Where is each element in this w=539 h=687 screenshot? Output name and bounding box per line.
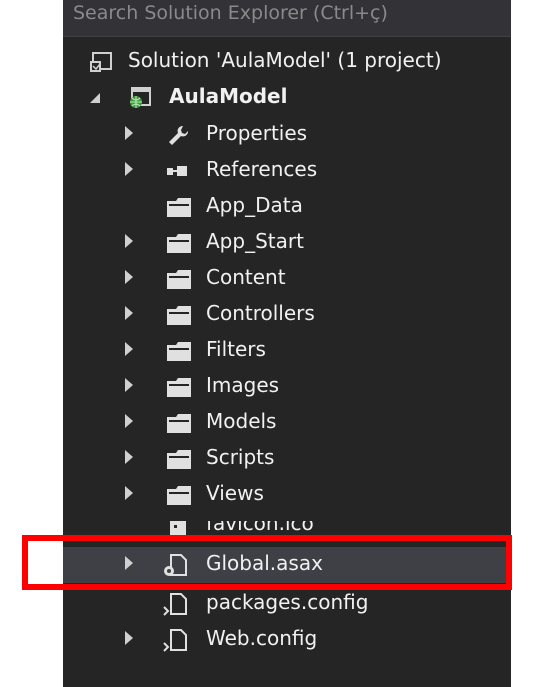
tree-row-references[interactable]: References	[63, 153, 511, 189]
solution-explorer-panel: Solution 'AulaModel' (1 project) AulaMod…	[63, 0, 511, 687]
wrench-icon	[165, 123, 191, 147]
item-label: App_Data	[206, 193, 303, 217]
folder-icon	[165, 195, 191, 219]
folder-icon	[165, 447, 191, 471]
expand-arrow-icon[interactable]	[125, 631, 133, 645]
tree-row-filters[interactable]: Filters	[63, 333, 511, 369]
item-label: References	[206, 157, 318, 181]
item-label: favicon.ico	[206, 521, 314, 535]
tree-row-images[interactable]: Images	[63, 369, 511, 405]
tree-row-project[interactable]: AulaModel	[63, 80, 511, 116]
expand-arrow-icon[interactable]	[125, 342, 133, 356]
expand-arrow-icon[interactable]	[125, 486, 133, 500]
folder-icon	[165, 483, 191, 507]
tree-row-app-start[interactable]: App_Start	[63, 225, 511, 261]
item-label: Views	[206, 481, 264, 505]
expand-arrow-icon[interactable]	[125, 270, 133, 284]
folder-icon	[165, 267, 191, 291]
collapse-arrow-icon[interactable]	[90, 93, 100, 103]
project-label: AulaModel	[169, 84, 288, 108]
item-label: Filters	[206, 337, 266, 361]
folder-icon	[165, 411, 191, 435]
item-label: Web.config	[206, 626, 318, 650]
item-label: App_Start	[206, 229, 304, 253]
folder-icon	[165, 303, 191, 327]
expand-arrow-icon[interactable]	[125, 234, 133, 248]
tree-row-favicon[interactable]: favicon.ico	[63, 521, 511, 535]
tree-row-scripts[interactable]: Scripts	[63, 441, 511, 477]
expand-arrow-icon[interactable]	[125, 378, 133, 392]
item-label: Scripts	[206, 445, 275, 469]
expand-arrow-icon[interactable]	[125, 450, 133, 464]
tree-row-properties[interactable]: Properties	[63, 117, 511, 153]
expand-arrow-icon[interactable]	[125, 126, 133, 140]
tree-row-content[interactable]: Content	[63, 261, 511, 297]
solution-icon	[89, 50, 115, 74]
item-label: packages.config	[206, 590, 369, 614]
item-label: Properties	[206, 121, 308, 145]
tree-row-controllers[interactable]: Controllers	[63, 297, 511, 333]
item-label: Models	[206, 409, 277, 433]
item-label: Global.asax	[206, 551, 323, 575]
tree-row-views[interactable]: Views	[63, 477, 511, 513]
config-file-icon	[161, 553, 187, 577]
tree-row-packages-config[interactable]: packages.config	[63, 586, 511, 622]
expand-arrow-icon[interactable]	[125, 306, 133, 320]
tree-row-app-data[interactable]: App_Data	[63, 189, 511, 225]
expand-arrow-icon[interactable]	[125, 414, 133, 428]
tree-row-web-config[interactable]: Web.config	[63, 622, 511, 658]
item-label: Controllers	[206, 301, 315, 325]
search-input[interactable]	[73, 0, 493, 28]
search-bar	[63, 0, 511, 37]
web-project-icon	[127, 86, 153, 110]
tree-row-global-asax[interactable]: Global.asax	[63, 547, 511, 583]
solution-label: Solution 'AulaModel' (1 project)	[128, 48, 442, 72]
folder-icon	[165, 339, 191, 363]
expand-arrow-icon[interactable]	[125, 162, 133, 176]
expand-arrow-icon[interactable]	[125, 556, 133, 570]
folder-icon	[165, 375, 191, 399]
item-label: Content	[206, 265, 286, 289]
file-icon	[165, 521, 191, 535]
config-file-icon	[161, 628, 187, 652]
tree-row-models[interactable]: Models	[63, 405, 511, 441]
config-file-icon	[161, 592, 187, 616]
folder-icon	[165, 231, 191, 255]
item-label: Images	[206, 373, 280, 397]
tree-row-solution[interactable]: Solution 'AulaModel' (1 project)	[63, 44, 511, 80]
references-icon	[165, 159, 191, 183]
